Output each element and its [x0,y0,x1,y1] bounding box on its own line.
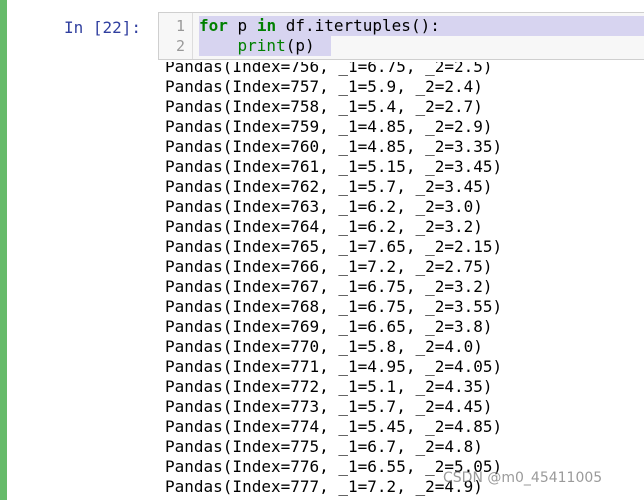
output-line: Pandas(Index=759, _1=4.85, _2=2.9) [165,117,493,136]
output-line: Pandas(Index=766, _1=7.2, _2=2.75) [165,257,493,276]
line-number: 2 [175,37,185,55]
code-editor[interactable]: 1 2 for p in df.itertuples(): print(p) [158,12,644,60]
code-line[interactable]: for p in df.itertuples(): [199,16,440,36]
output-line: Pandas(Index=770, _1=5.8, _2=4.0) [165,337,483,356]
code-text: df.itertuples(): [276,16,440,35]
code-line[interactable]: print(p) [199,36,315,56]
output-lines: Pandas(Index=756, _1=6.75, _2=2.5) Pandas… [165,62,502,500]
line-number: 1 [175,17,185,35]
output-line: Pandas(Index=756, _1=6.75, _2=2.5) [165,62,493,76]
output-line: Pandas(Index=775, _1=6.7, _2=4.8) [165,437,483,456]
cell-selection-bar [0,0,7,500]
output-line: Pandas(Index=764, _1=6.2, _2=3.2) [165,217,483,236]
watermark: CSDN @m0_45411005 [443,470,603,486]
output-line: Pandas(Index=758, _1=5.4, _2=2.7) [165,97,483,116]
output-line: Pandas(Index=757, _1=5.9, _2=2.4) [165,77,483,96]
output-line: Pandas(Index=763, _1=6.2, _2=3.0) [165,197,483,216]
output-line: Pandas(Index=773, _1=5.7, _2=4.45) [165,397,493,416]
input-prompt: In [22]: [64,18,142,37]
line-number-gutter: 1 2 [159,13,193,59]
output-line: Pandas(Index=761, _1=5.15, _2=3.45) [165,157,503,176]
output-line: Pandas(Index=768, _1=6.75, _2=3.55) [165,297,503,316]
output-line: Pandas(Index=772, _1=5.1, _2=4.35) [165,377,493,396]
notebook-cell[interactable]: In [22]: 1 2 for p in df.itertuples(): p… [0,0,644,500]
builtin-function: print [237,36,286,55]
output-line: Pandas(Index=762, _1=5.7, _2=3.45) [165,177,493,196]
cell-output[interactable]: Pandas(Index=756, _1=6.75, _2=2.5) Pandas… [7,62,644,500]
keyword: in [256,16,277,35]
output-line: Pandas(Index=760, _1=4.85, _2=3.35) [165,137,503,156]
keyword: for [199,16,228,35]
output-line: Pandas(Index=765, _1=7.65, _2=2.15) [165,237,503,256]
output-line: Pandas(Index=774, _1=5.45, _2=4.85) [165,417,503,436]
code-text: (p) [285,36,315,55]
output-line: Pandas(Index=771, _1=4.95, _2=4.05) [165,357,503,376]
output-line: Pandas(Index=767, _1=6.75, _2=3.2) [165,277,493,296]
output-line: Pandas(Index=769, _1=6.65, _2=3.8) [165,317,493,336]
code-text: p [227,16,257,35]
